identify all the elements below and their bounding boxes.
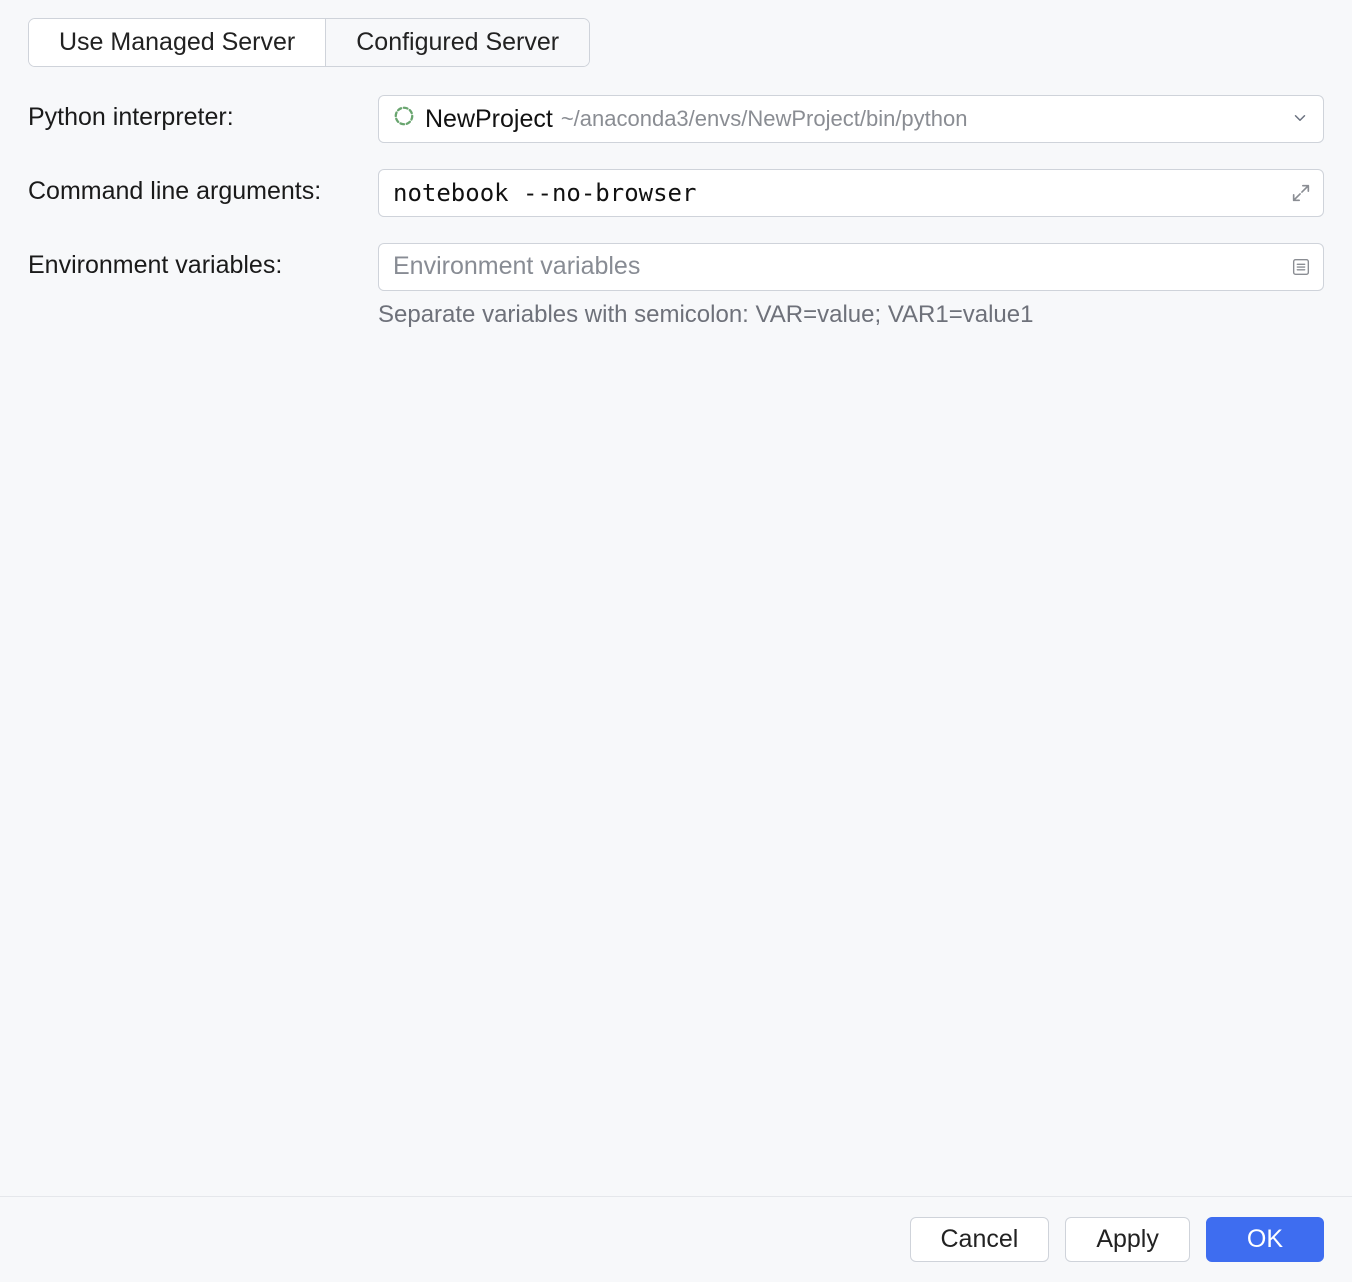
apply-button[interactable]: Apply <box>1065 1217 1190 1262</box>
env-vars-field <box>378 243 1324 291</box>
spinner-icon <box>393 105 415 134</box>
interpreter-name: NewProject <box>425 105 553 134</box>
server-tabs: Use Managed Server Configured Server <box>28 18 590 67</box>
command-line-args-field <box>378 169 1324 217</box>
tab-use-managed-server[interactable]: Use Managed Server <box>29 19 326 66</box>
tab-configured-server[interactable]: Configured Server <box>326 19 589 66</box>
interpreter-path: ~/anaconda3/envs/NewProject/bin/python <box>561 106 1291 132</box>
expand-icon[interactable] <box>1287 179 1315 207</box>
cancel-button[interactable]: Cancel <box>910 1217 1050 1262</box>
python-interpreter-label: Python interpreter: <box>28 95 368 132</box>
env-vars-input[interactable] <box>391 252 1287 282</box>
chevron-down-icon <box>1291 105 1309 134</box>
python-interpreter-dropdown[interactable]: NewProject ~/anaconda3/envs/NewProject/b… <box>378 95 1324 143</box>
list-icon[interactable] <box>1287 253 1315 281</box>
command-line-args-label: Command line arguments: <box>28 169 368 206</box>
command-line-args-input[interactable] <box>391 178 1287 208</box>
env-vars-hint: Separate variables with semicolon: VAR=v… <box>378 301 1324 329</box>
env-vars-label: Environment variables: <box>28 243 368 280</box>
ok-button[interactable]: OK <box>1206 1217 1324 1262</box>
dialog-footer: Cancel Apply OK <box>0 1196 1352 1282</box>
